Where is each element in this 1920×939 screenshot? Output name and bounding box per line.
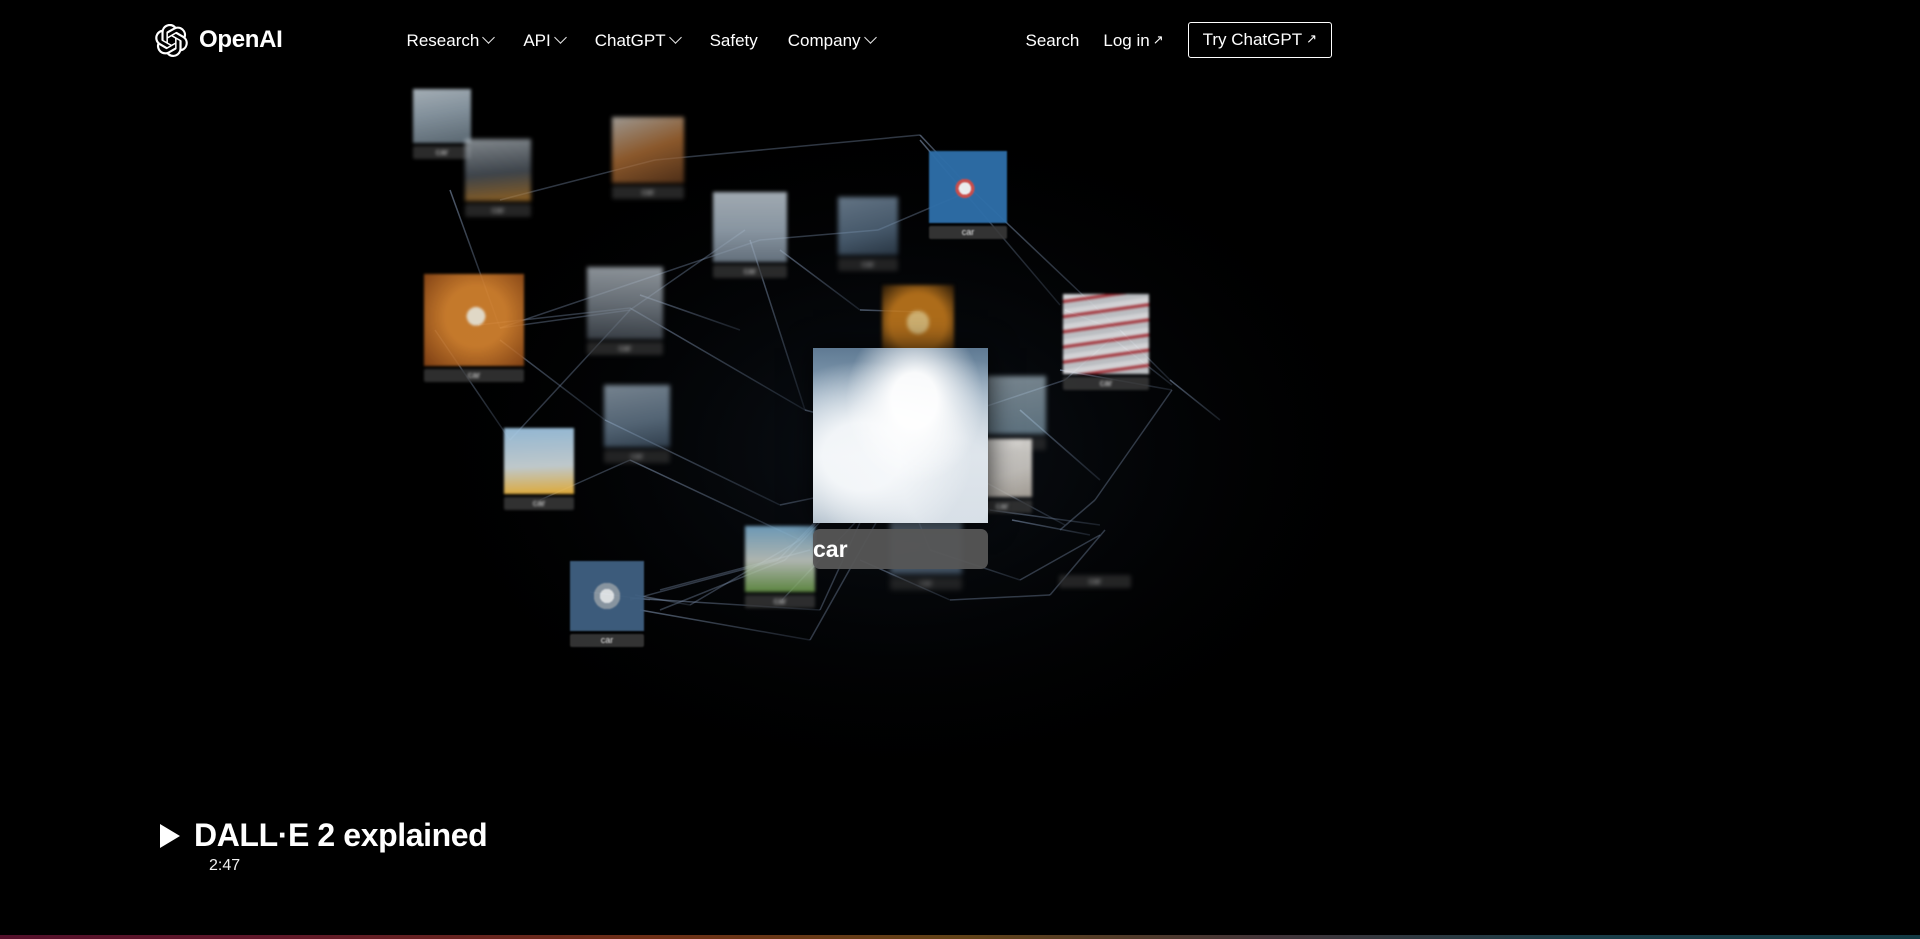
- node-caption: car: [745, 595, 815, 608]
- search-label: Search: [1025, 30, 1080, 50]
- try-chatgpt-button[interactable]: Try ChatGPT ↗: [1187, 22, 1332, 58]
- focal-node-caption: car: [813, 529, 988, 569]
- play-triangle-icon: [160, 823, 180, 848]
- nav-item-research[interactable]: Research: [406, 30, 496, 50]
- video-metadata: DALL·E 2 explained 2:47: [160, 817, 488, 875]
- try-chatgpt-label: Try ChatGPT: [1202, 30, 1303, 49]
- graph-node[interactable]: car: [465, 139, 531, 217]
- node-caption: car: [604, 450, 670, 463]
- login-label: Log in: [1103, 30, 1150, 50]
- chevron-down-icon: [553, 30, 567, 44]
- graph-node[interactable]: car: [713, 192, 787, 278]
- node-thumbnail: [713, 192, 787, 262]
- graph-node[interactable]: car: [570, 561, 644, 647]
- node-thumbnail: [504, 428, 574, 494]
- node-caption: car: [1063, 377, 1149, 390]
- video-duration: 2:47: [209, 857, 241, 875]
- node-caption: car: [1059, 575, 1131, 588]
- nav-label-company: Company: [787, 30, 861, 50]
- graph-node[interactable]: car: [413, 89, 471, 159]
- node-caption: car: [504, 497, 574, 510]
- secondary-navigation: Search Log in ↗ Try ChatGPT ↗: [1025, 22, 1332, 58]
- node-thumbnail: [1063, 294, 1149, 374]
- node-caption: car: [713, 265, 787, 278]
- arrow-up-right-icon: ↗: [1306, 31, 1317, 46]
- node-thumbnail: [986, 376, 1046, 434]
- search-button[interactable]: Search: [1025, 32, 1079, 49]
- openai-blossom-logo-icon: [155, 23, 188, 57]
- node-caption: car: [587, 342, 663, 355]
- graph-node[interactable]: car: [604, 385, 670, 463]
- nav-label-safety: Safety: [709, 30, 758, 50]
- node-caption: car: [838, 258, 898, 271]
- node-caption: car: [890, 577, 962, 590]
- graph-node[interactable]: car: [587, 267, 663, 355]
- node-thumbnail: [1059, 480, 1131, 572]
- graph-node[interactable]: car: [612, 117, 684, 199]
- node-thumbnail: [838, 197, 898, 255]
- node-caption: car: [424, 369, 524, 382]
- nav-label-research: Research: [406, 30, 480, 50]
- login-link[interactable]: Log in ↗: [1103, 32, 1163, 49]
- node-thumbnail: [587, 267, 663, 339]
- graph-node[interactable]: car: [504, 428, 574, 510]
- graph-node[interactable]: car: [1059, 480, 1131, 588]
- graph-node[interactable]: car: [424, 274, 524, 382]
- node-caption: car: [413, 146, 471, 159]
- node-thumbnail: [882, 285, 954, 353]
- nav-item-company[interactable]: Company: [787, 30, 877, 50]
- node-thumbnail: [570, 561, 644, 631]
- video-player-stage[interactable]: car car car car car car car car car car …: [160, 80, 1766, 900]
- play-video-button[interactable]: DALL·E 2 explained: [160, 817, 488, 853]
- chevron-down-icon: [668, 30, 682, 44]
- video-title: DALL·E 2 explained: [194, 817, 488, 853]
- nav-item-chatgpt[interactable]: ChatGPT: [594, 30, 682, 50]
- node-thumbnail: [745, 526, 815, 592]
- chevron-down-icon: [482, 30, 496, 44]
- arrow-up-right-icon: ↗: [1152, 31, 1164, 47]
- node-caption: car: [465, 204, 531, 217]
- site-header: OpenAI Research API ChatGPT Safety Compa…: [0, 0, 1920, 80]
- bottom-gradient-rule: [0, 935, 1920, 939]
- brand-wordmark: OpenAI: [199, 26, 283, 53]
- graph-node[interactable]: car: [838, 197, 898, 271]
- nav-item-api[interactable]: API: [523, 30, 567, 50]
- node-caption: car: [612, 186, 684, 199]
- primary-navigation: Research API ChatGPT Safety Company: [406, 30, 877, 50]
- focal-graph-node[interactable]: car: [813, 348, 988, 569]
- node-thumbnail: [929, 151, 1007, 223]
- node-thumbnail: [424, 274, 524, 366]
- brand-home-link[interactable]: OpenAI: [155, 23, 283, 57]
- node-thumbnail: [413, 89, 471, 143]
- nav-label-chatgpt: ChatGPT: [594, 30, 666, 50]
- clip-embedding-graph: car car car car car car car car car car …: [160, 80, 1766, 900]
- graph-node[interactable]: car: [929, 151, 1007, 239]
- chevron-down-icon: [863, 30, 877, 44]
- nav-label-api: API: [523, 30, 551, 50]
- node-thumbnail: [612, 117, 684, 183]
- node-caption: car: [570, 634, 644, 647]
- node-thumbnail: [465, 139, 531, 201]
- node-thumbnail: [604, 385, 670, 447]
- node-caption: car: [929, 226, 1007, 239]
- focal-node-thumbnail: [813, 348, 988, 523]
- graph-node[interactable]: car: [745, 526, 815, 608]
- nav-item-safety[interactable]: Safety: [710, 32, 758, 49]
- graph-node[interactable]: car: [1063, 294, 1149, 390]
